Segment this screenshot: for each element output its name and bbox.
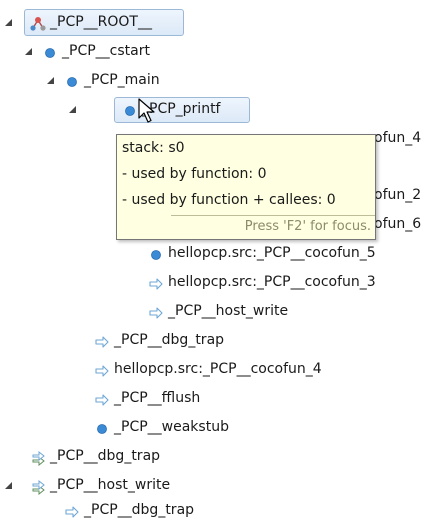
mouse-pointer-icon bbox=[138, 98, 158, 130]
call-arrow-icon bbox=[64, 502, 80, 518]
tree-row[interactable]: hellopcp.src:_PCP__cocofun_5 bbox=[0, 239, 434, 267]
tree-row[interactable]: _PCP__dbg_trap bbox=[0, 496, 434, 524]
tree-node-label: _PCP__dbg_trap bbox=[114, 332, 225, 348]
expanded-chevron-icon[interactable] bbox=[4, 471, 16, 499]
tree-row[interactable]: _PCP__dbg_trap bbox=[0, 442, 434, 470]
call-arrow-icon bbox=[148, 303, 164, 319]
call-arrow-icon bbox=[94, 361, 110, 377]
expanded-chevron-icon[interactable] bbox=[4, 8, 16, 36]
tree-node-label: _PCP__cstart bbox=[62, 43, 150, 59]
function-dot-icon bbox=[148, 245, 164, 261]
tree-node-label: hellopcp.src:_PCP__cocofun_4 bbox=[114, 361, 322, 377]
tooltip-used-by-function-line: - used by function: 0 bbox=[122, 166, 267, 182]
tree-node-label: _PCP__dbg_trap bbox=[84, 502, 195, 518]
tree-row[interactable]: _PCP__host_write bbox=[0, 297, 434, 325]
stack-node-icon bbox=[30, 477, 46, 496]
root-icon bbox=[30, 14, 46, 31]
tree-row[interactable]: _PCP__cstart bbox=[0, 37, 240, 65]
tree-node-label: ofun_6 bbox=[374, 216, 422, 232]
tooltip-focus-hint[interactable]: Press 'F2' for focus. bbox=[171, 215, 375, 239]
stack-node-icon bbox=[30, 448, 46, 467]
tree-node-label: hellopcp.src:_PCP__cocofun_3 bbox=[168, 274, 376, 290]
tree-row[interactable]: _PCP__host_write bbox=[0, 471, 434, 499]
function-dot-icon bbox=[94, 419, 110, 435]
stack-usage-tooltip: stack: s0 - used by function: 0 - used b… bbox=[116, 134, 376, 240]
expanded-chevron-icon[interactable] bbox=[24, 37, 36, 65]
tree-node-label: _PCP__fflush bbox=[114, 390, 201, 406]
expanded-chevron-icon[interactable] bbox=[46, 66, 58, 94]
function-dot-icon bbox=[64, 72, 80, 88]
function-dot-icon bbox=[122, 101, 138, 117]
call-arrow-icon bbox=[148, 274, 164, 290]
call-tree: _PCP__ROOT__ _PCP__cstart _PCP_main _PCP… bbox=[0, 0, 434, 524]
tree-row[interactable]: _PCP__fflush bbox=[0, 384, 434, 412]
tree-node-label: hellopcp.src:_PCP__cocofun_5 bbox=[168, 245, 376, 261]
tree-row[interactable]: hellopcp.src:_PCP__cocofun_3 bbox=[0, 268, 434, 296]
tree-row[interactable]: hellopcp.src:_PCP__cocofun_4 bbox=[0, 355, 434, 383]
tree-node-label: _PCP__host_write bbox=[50, 477, 171, 493]
tree-node-label: _PCP__dbg_trap bbox=[50, 448, 161, 464]
call-arrow-icon bbox=[94, 332, 110, 348]
tree-row-selected[interactable]: _PCP_printf bbox=[0, 95, 260, 123]
tree-row-root[interactable]: _PCP__ROOT__ bbox=[0, 8, 200, 36]
tree-row[interactable]: _PCP__dbg_trap bbox=[0, 326, 434, 354]
tree-node-label: _PCP__weakstub bbox=[114, 419, 229, 435]
call-arrow-icon bbox=[94, 390, 110, 406]
tree-node-label: ofun_2 bbox=[374, 187, 422, 203]
tree-row[interactable]: _PCP_main bbox=[0, 66, 260, 94]
tree-node-label: ofun_4 bbox=[374, 130, 422, 146]
tree-row[interactable]: _PCP__weakstub bbox=[0, 413, 434, 441]
tree-node-label: _PCP__ROOT__ bbox=[50, 14, 152, 30]
tree-node-label: _PCP__host_write bbox=[168, 303, 289, 319]
tree-node-label: _PCP_main bbox=[84, 72, 160, 88]
function-dot-icon bbox=[42, 43, 58, 59]
tooltip-stack-line: stack: s0 bbox=[122, 140, 185, 156]
tooltip-used-by-callees-line: - used by function + callees: 0 bbox=[122, 192, 336, 208]
expanded-chevron-icon[interactable] bbox=[68, 95, 80, 123]
